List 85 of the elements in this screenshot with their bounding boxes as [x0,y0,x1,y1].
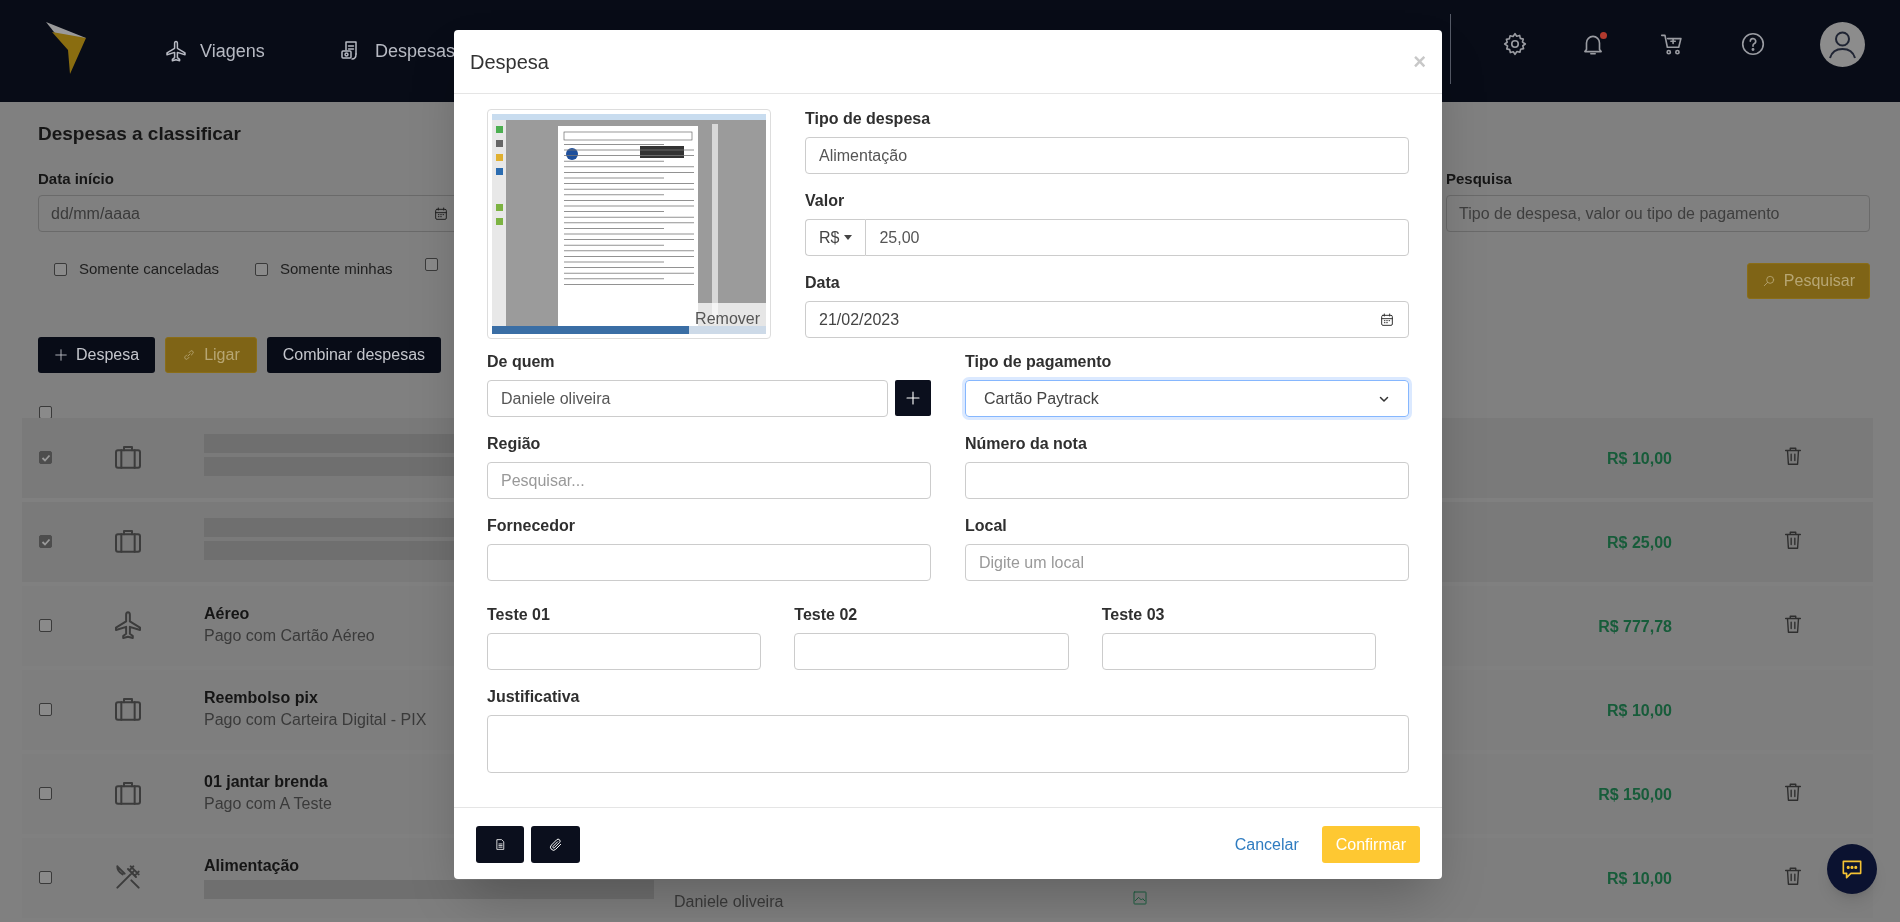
amount: R$ 777,78 [1598,617,1672,637]
amount: R$ 150,00 [1598,785,1672,805]
nav-link[interactable]: Despesas [339,33,456,69]
input-field[interactable] [794,633,1069,670]
input-field[interactable]: Pesquisar... [487,462,931,499]
calendar-icon [1379,311,1395,328]
trash-icon[interactable] [1782,865,1804,887]
input-field[interactable]: Daniele oliveira [487,380,888,417]
input-field[interactable] [965,462,1409,499]
checkbox[interactable] [39,535,52,548]
checkbox[interactable] [255,262,268,276]
paperclip-icon [547,836,564,853]
field-label: Fornecedor [487,516,576,536]
expense-title: Aéreo [204,604,250,624]
expense-title: Alimentação [204,856,300,876]
add-person-button[interactable] [895,380,931,416]
amount: R$ 10,00 [1607,701,1672,721]
amount: R$ 10,00 [1607,869,1672,889]
help-icon[interactable] [1740,31,1766,57]
checkbox-label: Somente canceladas [79,259,220,279]
remove-button[interactable]: Remover [689,303,766,334]
trash-icon[interactable] [1782,781,1804,803]
page-title: Despesas a classificar [38,122,242,146]
link-icon [182,348,197,362]
payment-type-select[interactable]: Cartão Paytrack [965,380,1409,417]
payment-text: Pago com Carteira Digital - PIX [204,710,427,730]
checkbox[interactable] [39,451,52,464]
input-field[interactable]: Digite um local [965,544,1409,581]
input-field[interactable] [487,544,931,581]
user-avatar-icon[interactable] [1820,22,1865,67]
settings-icon[interactable] [1502,31,1528,57]
airplane-icon [164,39,188,63]
field-label: Número da nota [965,434,1088,454]
checkbox[interactable] [425,258,438,271]
field-label: Região [487,434,542,454]
logo-icon[interactable] [46,22,86,74]
airplane-icon [112,609,144,641]
nav-link[interactable]: Viagens [164,33,265,69]
field-label: De quem [487,352,556,372]
caret-icon [844,235,853,240]
checkbox[interactable] [39,787,52,800]
currency-dropdown[interactable]: R$ [805,219,866,256]
payment-text: Pago com Cartão Aéreo [204,626,375,646]
action-button[interactable]: Combinar despesas [266,337,442,373]
field-label: Data [805,273,841,293]
checkbox[interactable] [54,262,67,276]
amount: R$ 10,00 [1607,449,1672,469]
date-field[interactable]: 21/02/2023 [805,301,1409,338]
input-field[interactable]: 25,00 [865,219,1409,256]
field-label: Teste 01 [487,605,551,625]
trash-icon[interactable] [1782,613,1804,635]
field-label: Data início [38,169,115,188]
input-field[interactable] [1101,633,1376,670]
modal-title: Despesa [470,49,549,75]
field-label: Justificativa [487,687,581,707]
checkbox[interactable] [39,405,52,419]
action-button[interactable]: Despesa [38,337,156,373]
cancel-link[interactable]: Cancelar [1234,832,1299,857]
field-label: Tipo de despesa [805,109,932,129]
field-label: Valor [805,191,846,211]
checkbox[interactable] [39,703,52,716]
plus-icon [54,348,68,362]
input-field[interactable] [487,633,762,670]
search-icon [1761,274,1776,288]
document-button[interactable] [476,826,524,863]
field-label: Tipo de pagamento [965,352,1113,372]
expense-title: Reembolso pix [204,688,318,708]
field-label: Teste 02 [794,605,859,625]
person-name: Daniele oliveira [674,892,784,912]
attach-button[interactable] [531,826,580,863]
trash-icon[interactable] [1782,529,1804,551]
trash-icon[interactable] [1782,445,1804,467]
calendar-icon [433,205,449,222]
plus-icon [904,389,922,407]
payment-text: Pago com A Teste [204,794,332,814]
input-field[interactable]: Alimentação [805,137,1409,174]
field-label: Local [965,516,1008,536]
field-label: Teste 03 [1101,605,1166,625]
expense-title: 01 jantar brenda [204,772,328,792]
amount: R$ 25,00 [1607,533,1672,553]
checkbox-label: Somente minhas [280,259,393,279]
checkbox[interactable] [39,619,52,632]
search-field[interactable]: Tipo de despesa, valor ou tipo de pagamento [1446,195,1870,232]
field-label: Pesquisa [1446,169,1513,188]
checkbox[interactable] [39,871,52,884]
